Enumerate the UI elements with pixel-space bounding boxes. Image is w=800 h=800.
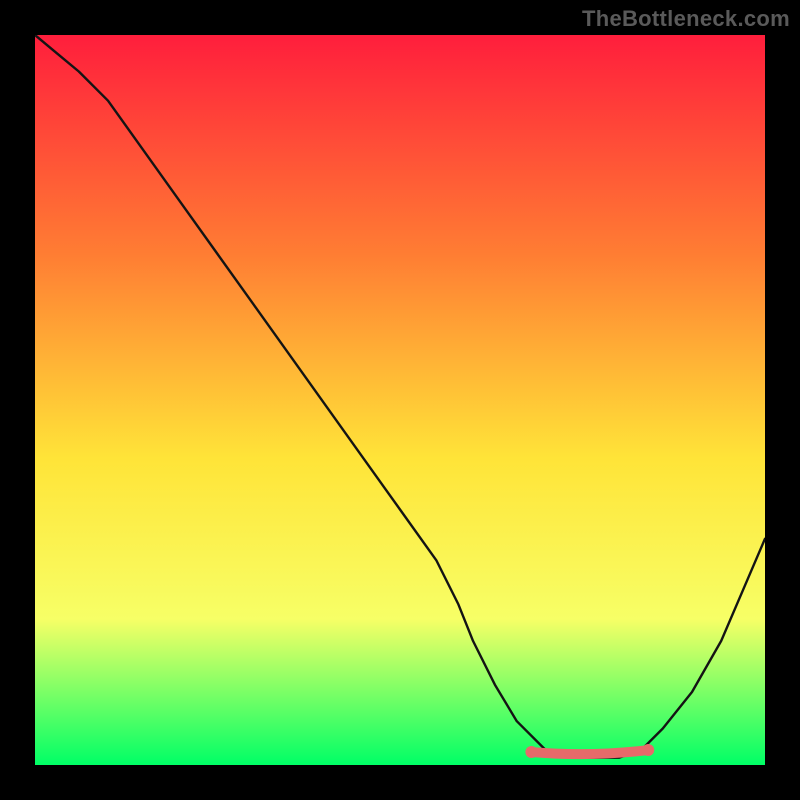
optimal-range-dot-left — [525, 746, 537, 758]
plot-area — [35, 35, 765, 765]
chart-container: TheBottleneck.com — [0, 0, 800, 800]
gradient-background — [35, 35, 765, 765]
watermark-text: TheBottleneck.com — [582, 6, 790, 32]
optimal-range-dot-right — [642, 744, 654, 756]
chart-svg — [35, 35, 765, 765]
optimal-range-marker — [531, 750, 648, 754]
